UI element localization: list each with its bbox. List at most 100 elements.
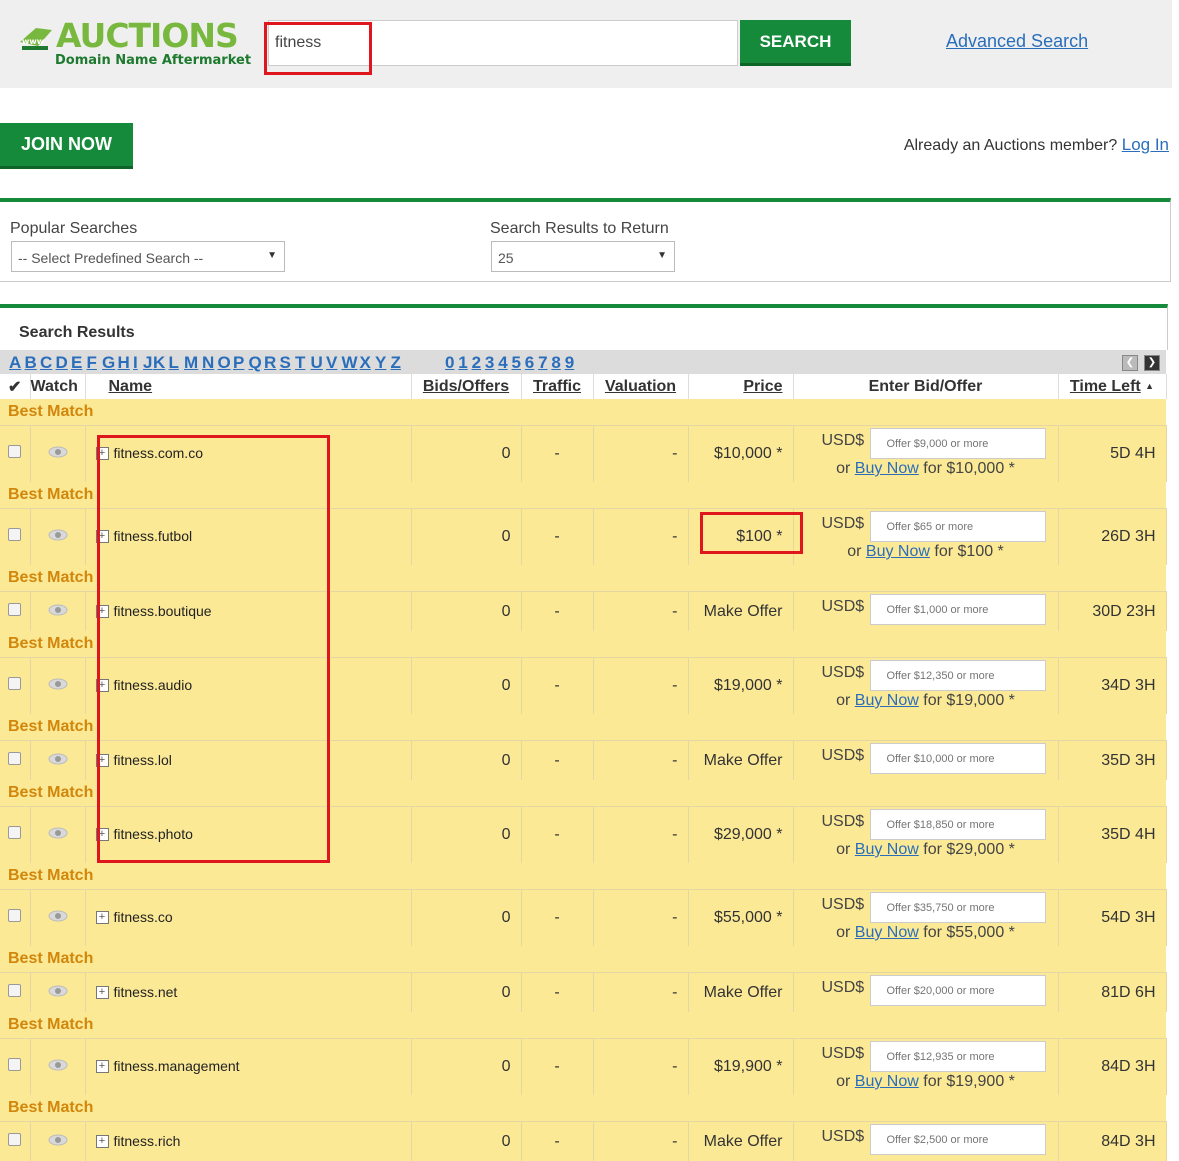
digit-filter-link[interactable]: 0: [445, 353, 454, 373]
expand-plus-icon[interactable]: +: [96, 679, 109, 692]
alpha-filter-link[interactable]: R: [264, 353, 276, 373]
row-checkbox[interactable]: [8, 826, 21, 839]
row-checkbox[interactable]: [8, 909, 21, 922]
domain-name[interactable]: fitness.boutique: [114, 603, 212, 619]
alpha-filter-link[interactable]: P: [233, 353, 244, 373]
alpha-filter-link[interactable]: D: [56, 353, 68, 373]
expand-plus-icon[interactable]: +: [96, 828, 109, 841]
offer-input[interactable]: [870, 660, 1046, 691]
digit-filter-link[interactable]: 8: [551, 353, 560, 373]
expand-plus-icon[interactable]: +: [96, 911, 109, 924]
site-logo[interactable]: www AUCTIONS Domain Name Aftermarket: [18, 18, 253, 73]
col-price[interactable]: Price: [688, 374, 793, 399]
offer-input[interactable]: [870, 743, 1046, 774]
domain-name[interactable]: fitness.net: [114, 984, 178, 1000]
row-checkbox[interactable]: [8, 445, 21, 458]
search-button[interactable]: SEARCH: [740, 20, 851, 66]
domain-name[interactable]: fitness.com.co: [114, 445, 203, 461]
select-all-header[interactable]: ✔: [0, 374, 30, 399]
buy-now-link[interactable]: Buy Now: [855, 692, 919, 709]
alpha-filter-link[interactable]: Y: [375, 353, 386, 373]
expand-plus-icon[interactable]: +: [96, 754, 109, 767]
alpha-filter-link[interactable]: J: [143, 353, 152, 373]
advanced-search-link[interactable]: Advanced Search: [946, 31, 1088, 52]
prev-page-icon[interactable]: ❮: [1122, 355, 1138, 371]
offer-input[interactable]: [870, 428, 1046, 459]
watch-eye-icon[interactable]: [48, 677, 68, 695]
alpha-filter-link[interactable]: B: [25, 353, 37, 373]
alpha-filter-link[interactable]: S: [280, 353, 291, 373]
digit-filter-link[interactable]: 4: [498, 353, 507, 373]
alpha-filter-link[interactable]: L: [169, 353, 179, 373]
row-checkbox[interactable]: [8, 1058, 21, 1071]
domain-name[interactable]: fitness.audio: [114, 677, 193, 693]
digit-filter-link[interactable]: 7: [538, 353, 547, 373]
offer-input[interactable]: [870, 511, 1046, 542]
alpha-filter-link[interactable]: K: [153, 353, 165, 373]
watch-eye-icon[interactable]: [48, 445, 68, 463]
alpha-filter-link[interactable]: X: [360, 353, 371, 373]
watch-eye-icon[interactable]: [48, 603, 68, 621]
alpha-filter-link[interactable]: G: [102, 353, 115, 373]
buy-now-link[interactable]: Buy Now: [855, 841, 919, 858]
search-input[interactable]: [268, 20, 738, 66]
digit-filter-link[interactable]: 6: [525, 353, 534, 373]
row-checkbox[interactable]: [8, 603, 21, 616]
alpha-filter-link[interactable]: T: [295, 353, 305, 373]
row-checkbox[interactable]: [8, 984, 21, 997]
offer-input[interactable]: [870, 809, 1046, 840]
sort-traffic-link[interactable]: Traffic: [533, 378, 581, 395]
expand-plus-icon[interactable]: +: [96, 605, 109, 618]
expand-plus-icon[interactable]: +: [96, 530, 109, 543]
col-time-left[interactable]: Time Left ▲: [1058, 374, 1166, 399]
alpha-filter-link[interactable]: Z: [391, 353, 401, 373]
sort-time-left-link[interactable]: Time Left: [1070, 378, 1141, 395]
join-now-button[interactable]: JOIN NOW: [0, 123, 133, 169]
offer-input[interactable]: [870, 594, 1046, 625]
alpha-filter-link[interactable]: C: [40, 353, 52, 373]
alpha-filter-link[interactable]: O: [218, 353, 231, 373]
sort-name-link[interactable]: Name: [109, 378, 153, 395]
watch-eye-icon[interactable]: [48, 1133, 68, 1151]
expand-plus-icon[interactable]: +: [96, 1135, 109, 1148]
digit-filter-link[interactable]: 5: [512, 353, 521, 373]
digit-filter-link[interactable]: 3: [485, 353, 494, 373]
row-checkbox[interactable]: [8, 677, 21, 690]
sort-price-link[interactable]: Price: [743, 378, 782, 395]
watch-eye-icon[interactable]: [48, 1058, 68, 1076]
alpha-filter-link[interactable]: Q: [249, 353, 262, 373]
row-checkbox[interactable]: [8, 1133, 21, 1146]
login-link[interactable]: Log In: [1122, 135, 1169, 154]
expand-plus-icon[interactable]: +: [96, 986, 109, 999]
buy-now-link[interactable]: Buy Now: [855, 1073, 919, 1090]
alpha-filter-link[interactable]: F: [87, 353, 97, 373]
sort-bids-link[interactable]: Bids/Offers: [423, 378, 509, 395]
alpha-filter-link[interactable]: M: [184, 353, 198, 373]
offer-input[interactable]: [870, 1124, 1046, 1155]
alpha-filter-link[interactable]: E: [71, 353, 82, 373]
offer-input[interactable]: [870, 975, 1046, 1006]
expand-plus-icon[interactable]: +: [96, 1060, 109, 1073]
alpha-filter-link[interactable]: U: [311, 353, 323, 373]
buy-now-link[interactable]: Buy Now: [866, 543, 930, 560]
alpha-filter-link[interactable]: I: [133, 353, 138, 373]
watch-eye-icon[interactable]: [48, 984, 68, 1002]
alpha-filter-link[interactable]: A: [9, 353, 21, 373]
alpha-filter-link[interactable]: H: [118, 353, 130, 373]
sort-valuation-link[interactable]: Valuation: [605, 378, 676, 395]
alpha-filter-link[interactable]: V: [326, 353, 337, 373]
digit-filter-link[interactable]: 1: [458, 353, 467, 373]
offer-input[interactable]: [870, 892, 1046, 923]
watch-eye-icon[interactable]: [48, 752, 68, 770]
domain-name[interactable]: fitness.futbol: [114, 528, 193, 544]
alpha-filter-link[interactable]: W: [342, 353, 358, 373]
row-checkbox[interactable]: [8, 752, 21, 765]
results-to-return-select[interactable]: 25 ▼: [491, 241, 675, 272]
buy-now-link[interactable]: Buy Now: [855, 924, 919, 941]
domain-name[interactable]: fitness.rich: [114, 1133, 181, 1149]
watch-eye-icon[interactable]: [48, 909, 68, 927]
domain-name[interactable]: fitness.co: [114, 909, 173, 925]
domain-name[interactable]: fitness.photo: [114, 826, 193, 842]
col-traffic[interactable]: Traffic: [521, 374, 593, 399]
col-name[interactable]: Name: [85, 374, 411, 399]
